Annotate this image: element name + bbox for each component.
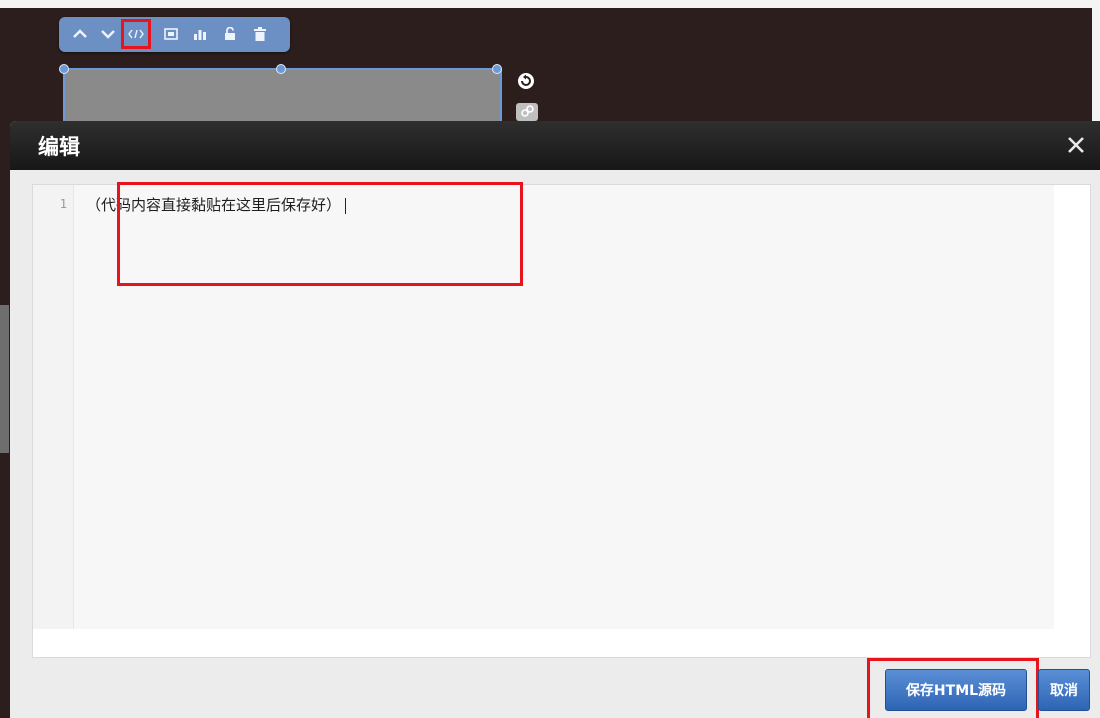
text-cursor (345, 197, 347, 214)
close-icon[interactable] (1064, 133, 1088, 157)
page-edge-left-band (0, 305, 9, 453)
code-line-text: （代码内容直接黏贴在这里后保存好） (86, 196, 342, 214)
trash-icon[interactable] (249, 23, 271, 45)
resize-handle[interactable] (492, 64, 502, 74)
refresh-icon[interactable] (516, 71, 536, 91)
edit-dialog: 编辑 1 （代码内容直接黏贴在这里后保存好） 保存HTML源码 取消 (10, 121, 1100, 718)
unlock-icon[interactable] (219, 23, 241, 45)
move-up-icon[interactable] (69, 23, 91, 45)
element-toolbar (59, 17, 290, 52)
dialog-title: 编辑 (38, 135, 80, 159)
cancel-button[interactable]: 取消 (1038, 669, 1090, 711)
chart-icon[interactable] (189, 23, 211, 45)
line-number: 1 (59, 197, 67, 211)
resize-handle[interactable] (276, 64, 286, 74)
code-text-area[interactable]: （代码内容直接黏贴在这里后保存好） (74, 182, 1054, 629)
code-view-icon[interactable] (121, 19, 151, 49)
move-down-icon[interactable] (97, 23, 119, 45)
code-line: （代码内容直接黏贴在这里后保存好） (86, 194, 347, 215)
dialog-header: 编辑 (10, 121, 1100, 170)
page-edge-top (0, 0, 1100, 8)
screen-icon[interactable] (160, 23, 182, 45)
resize-handle[interactable] (59, 64, 69, 74)
link-icon[interactable] (515, 101, 539, 121)
line-gutter: 1 (33, 185, 74, 629)
code-editor[interactable]: 1 （代码内容直接黏贴在这里后保存好） (32, 182, 1091, 658)
save-html-button[interactable]: 保存HTML源码 (885, 669, 1027, 711)
